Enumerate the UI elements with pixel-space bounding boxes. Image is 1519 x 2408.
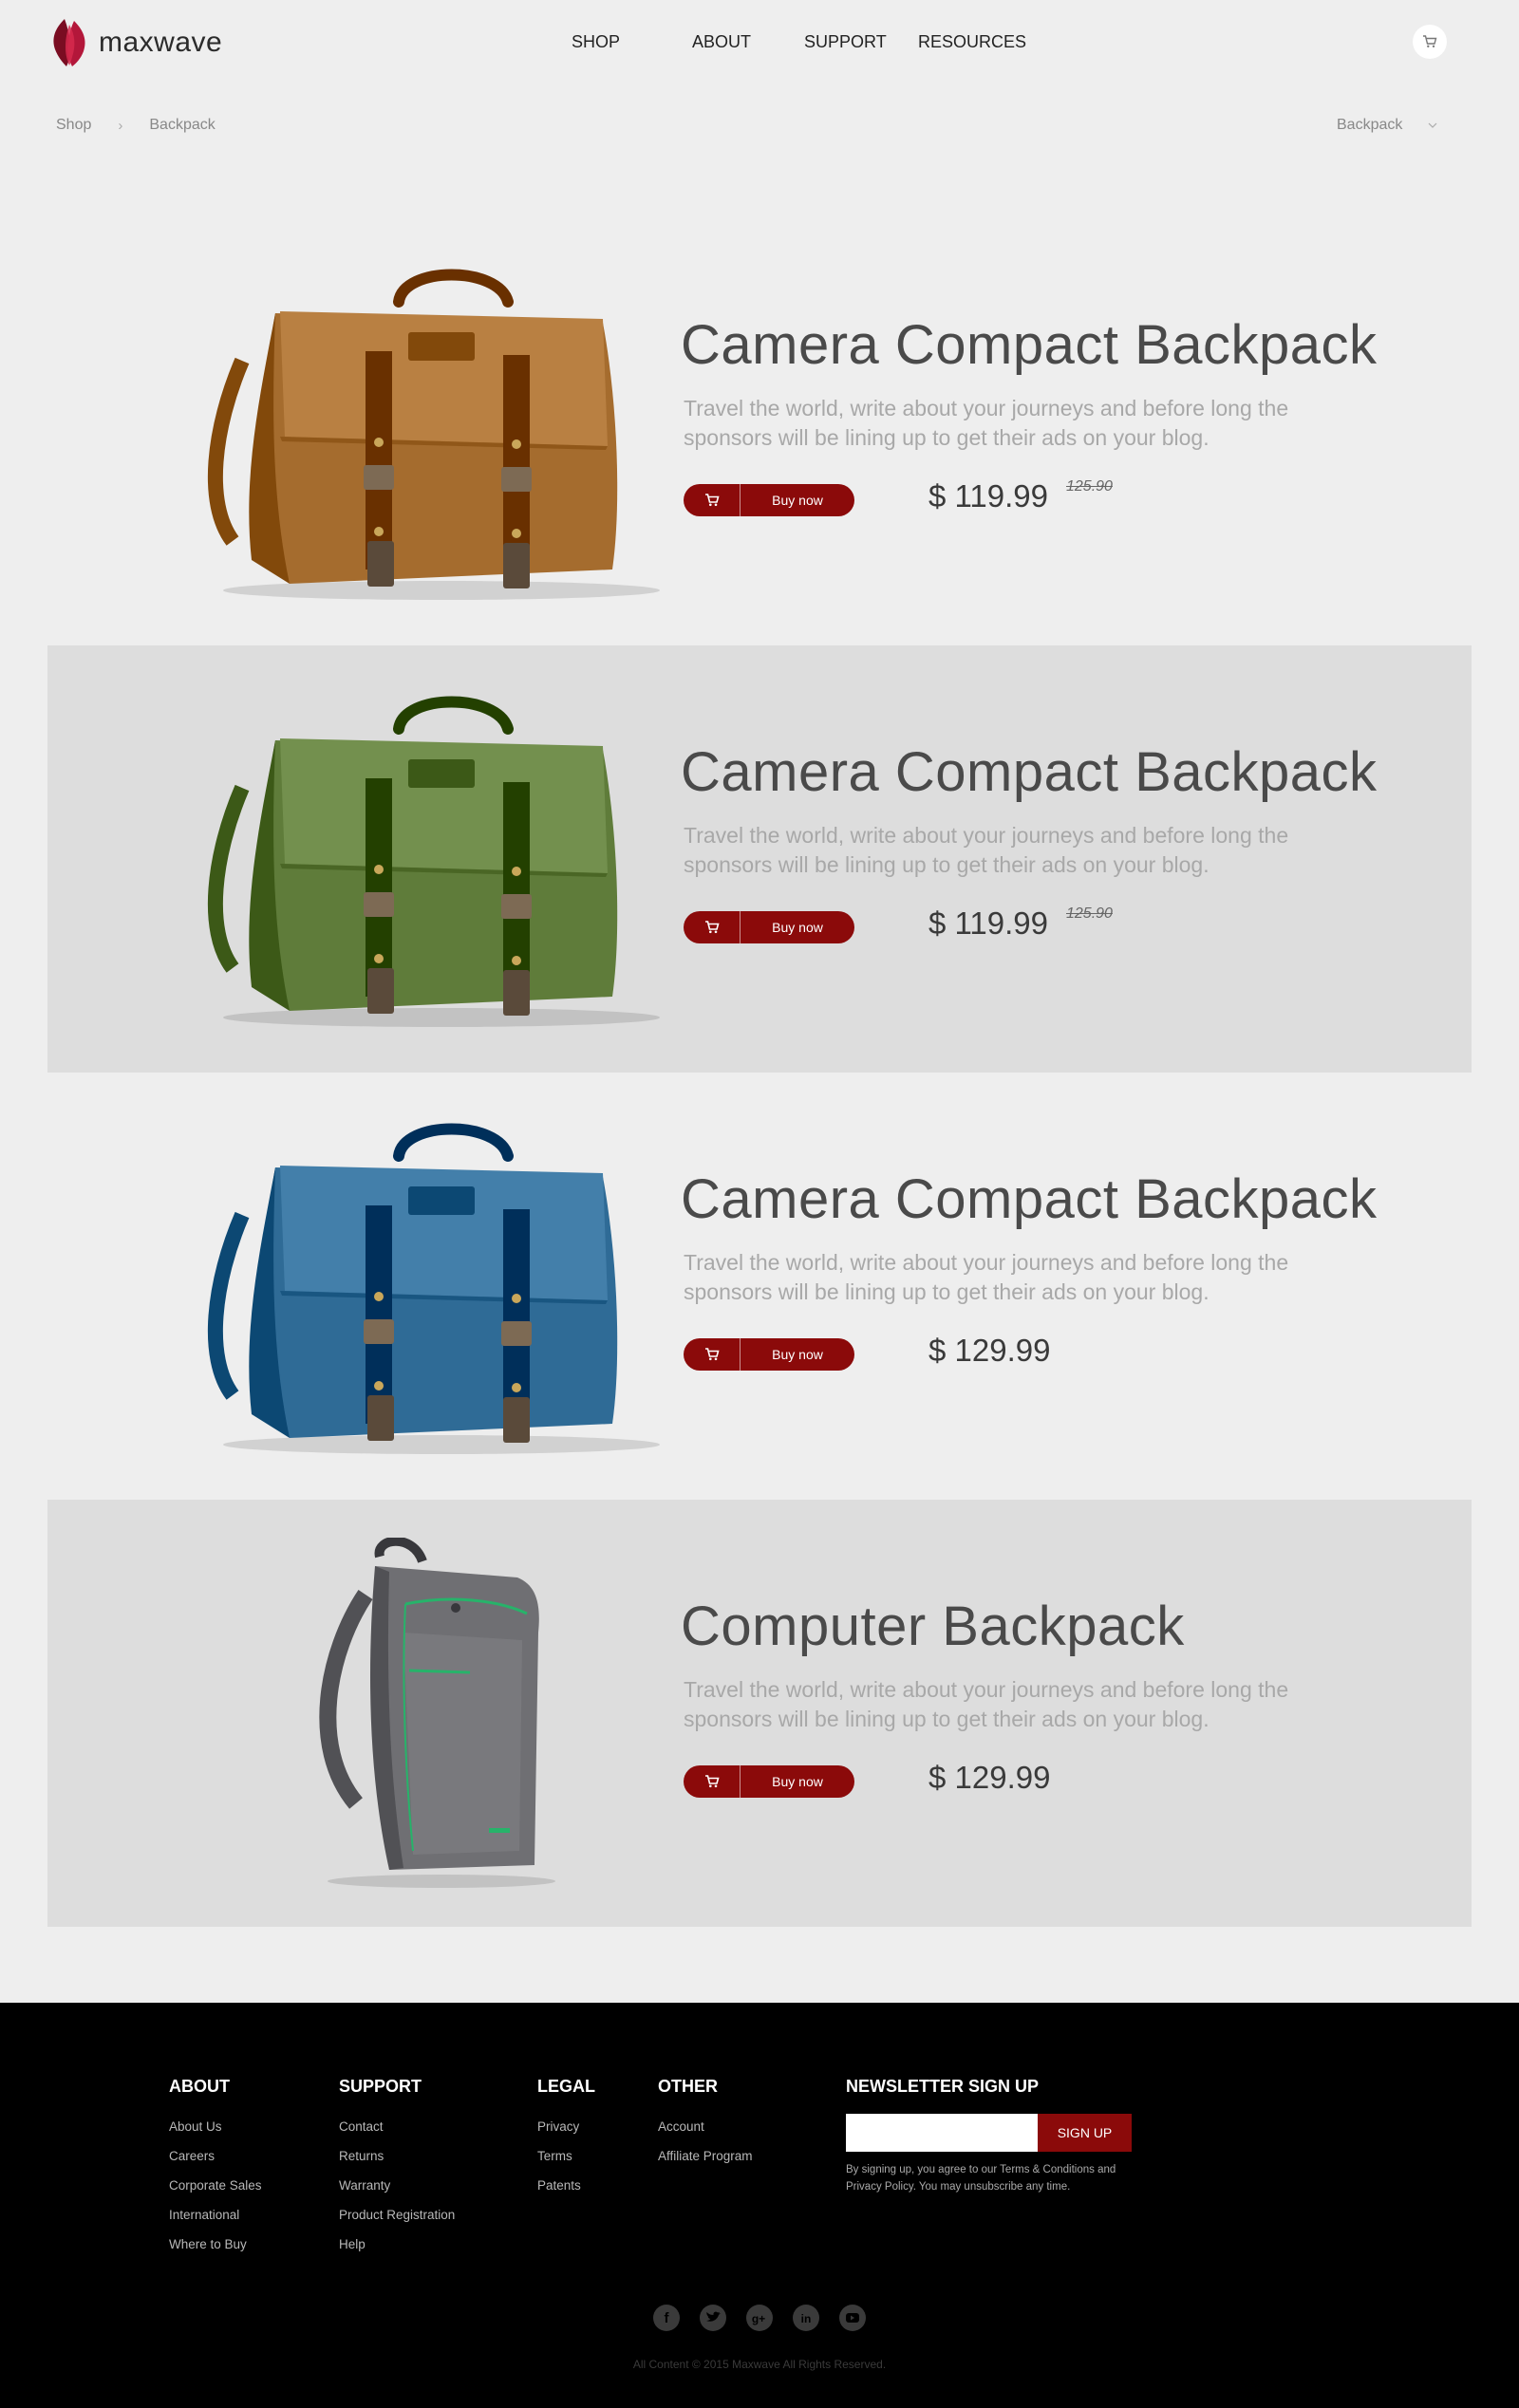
- cart-icon: [684, 1765, 741, 1798]
- buy-now-button[interactable]: Buy now: [684, 911, 854, 943]
- footer-link[interactable]: Returns: [339, 2149, 455, 2163]
- twitter-icon[interactable]: [700, 2305, 726, 2331]
- product-image[interactable]: [185, 256, 679, 607]
- cart-icon: [684, 911, 741, 943]
- category-filter-dropdown[interactable]: Backpack: [1337, 117, 1438, 134]
- cart-icon: [684, 1338, 741, 1371]
- buy-now-label: Buy now: [772, 1347, 823, 1362]
- facebook-icon[interactable]: f: [653, 2305, 680, 2331]
- product-description: Travel the world, write about your journ…: [684, 1677, 1289, 1731]
- footer-link[interactable]: Product Registration: [339, 2208, 455, 2222]
- chevron-right-icon: ›: [118, 117, 123, 134]
- product-price: $ 119.99: [928, 478, 1049, 513]
- svg-text:g+: g+: [752, 2312, 765, 2325]
- nav-about[interactable]: ABOUT: [692, 32, 751, 52]
- footer-column-other: OTHER Account Affiliate Program: [658, 2077, 753, 2178]
- footer-link[interactable]: Where to Buy: [169, 2237, 262, 2251]
- social-links: f g+ in: [0, 2305, 1519, 2333]
- footer-link[interactable]: About Us: [169, 2119, 262, 2134]
- breadcrumb-shop[interactable]: Shop: [56, 117, 91, 134]
- svg-text:in: in: [801, 2312, 812, 2325]
- footer-column-support: SUPPORT Contact Returns Warranty Product Reg…: [339, 2077, 455, 2267]
- footer-link[interactable]: Warranty: [339, 2178, 455, 2193]
- footer-link[interactable]: Contact: [339, 2119, 455, 2134]
- product-price: $ 119.99: [928, 905, 1049, 941]
- product-title: Camera Compact Backpack: [681, 741, 1378, 803]
- cart-icon: [684, 484, 741, 516]
- product-title: Computer Backpack: [681, 1596, 1185, 1657]
- breadcrumb: Shop › Backpack: [56, 117, 216, 134]
- footer-link[interactable]: Account: [658, 2119, 753, 2134]
- buy-now-button[interactable]: Buy now: [684, 1338, 854, 1371]
- filter-selected-value: Backpack: [1337, 117, 1403, 133]
- product-title: Camera Compact Backpack: [681, 1168, 1378, 1230]
- newsletter-title: NEWSLETTER SIGN UP: [846, 2077, 1040, 2096]
- footer-column-title: OTHER: [658, 2077, 718, 2096]
- footer-link[interactable]: Affiliate Program: [658, 2149, 753, 2163]
- youtube-icon[interactable]: [839, 2305, 866, 2331]
- footer-link[interactable]: Privacy: [537, 2119, 595, 2134]
- footer-column-title: LEGAL: [537, 2077, 595, 2096]
- chevron-down-icon: [1428, 122, 1437, 128]
- product-card: Computer Backpack Travel the world, writ…: [47, 1500, 1472, 1927]
- footer-link[interactable]: Patents: [537, 2178, 595, 2193]
- newsletter-note: By signing up, you agree to our Terms & …: [846, 2164, 1116, 2193]
- product-description: Travel the world, write about your journ…: [684, 1250, 1289, 1304]
- footer-link[interactable]: Terms: [537, 2149, 595, 2163]
- product-card: Camera Compact Backpack Travel the world…: [47, 645, 1472, 1073]
- newsletter-signup: NEWSLETTER SIGN UP SIGN UP By signing up…: [846, 2077, 1150, 2195]
- product-description: Travel the world, write about your journ…: [684, 396, 1289, 450]
- buy-now-button[interactable]: Buy now: [684, 1765, 854, 1798]
- nav-support[interactable]: SUPPORT: [804, 32, 887, 52]
- copyright: All Content © 2015 Maxwave All Rights Re…: [632, 2358, 887, 2371]
- footer-link[interactable]: International: [169, 2208, 262, 2222]
- product-title: Camera Compact Backpack: [681, 314, 1378, 376]
- footer-link[interactable]: Corporate Sales: [169, 2178, 262, 2193]
- main-nav: SHOP ABOUT SUPPORT RESOURCES: [0, 32, 1519, 55]
- product-image[interactable]: [185, 683, 679, 1035]
- footer-column-legal: LEGAL Privacy Terms Patents: [537, 2077, 595, 2208]
- svg-text:f: f: [665, 2310, 670, 2326]
- footer-column-about: ABOUT About Us Careers Corporate Sales Inter…: [169, 2077, 262, 2267]
- footer-column-title: ABOUT: [169, 2077, 230, 2096]
- footer-link[interactable]: Help: [339, 2237, 455, 2251]
- nav-resources[interactable]: RESOURCES: [918, 32, 1026, 52]
- buy-now-label: Buy now: [772, 920, 823, 935]
- product-image[interactable]: [185, 1111, 679, 1462]
- linkedin-icon[interactable]: in: [793, 2305, 819, 2331]
- sign-up-button[interactable]: SIGN UP: [1038, 2114, 1132, 2152]
- buy-now-label: Buy now: [772, 1774, 823, 1789]
- newsletter-email-input[interactable]: [846, 2114, 1038, 2152]
- product-card: Camera Compact Backpack Travel the world…: [47, 218, 1472, 645]
- product-price: $ 129.99: [928, 1760, 1051, 1795]
- product-old-price: 125.90: [1066, 905, 1113, 922]
- google-plus-icon[interactable]: g+: [746, 2305, 773, 2331]
- product-card: Camera Compact Backpack Travel the world…: [47, 1073, 1472, 1500]
- product-price: $ 129.99: [928, 1333, 1051, 1368]
- product-old-price: 125.90: [1066, 478, 1113, 495]
- cart-icon: [1423, 35, 1437, 47]
- site-header: maxwave SHOP ABOUT SUPPORT RESOURCES: [0, 0, 1519, 87]
- product-description: Travel the world, write about your journ…: [684, 823, 1289, 877]
- footer-link[interactable]: Careers: [169, 2149, 262, 2163]
- buy-now-label: Buy now: [772, 493, 823, 508]
- product-image[interactable]: [185, 1536, 679, 1889]
- buy-now-button[interactable]: Buy now: [684, 484, 854, 516]
- footer-column-title: SUPPORT: [339, 2077, 422, 2096]
- cart-button[interactable]: [1413, 25, 1447, 59]
- breadcrumb-backpack[interactable]: Backpack: [149, 117, 215, 134]
- nav-shop[interactable]: SHOP: [572, 32, 620, 52]
- site-footer: ABOUT About Us Careers Corporate Sales Inter…: [0, 2003, 1519, 2408]
